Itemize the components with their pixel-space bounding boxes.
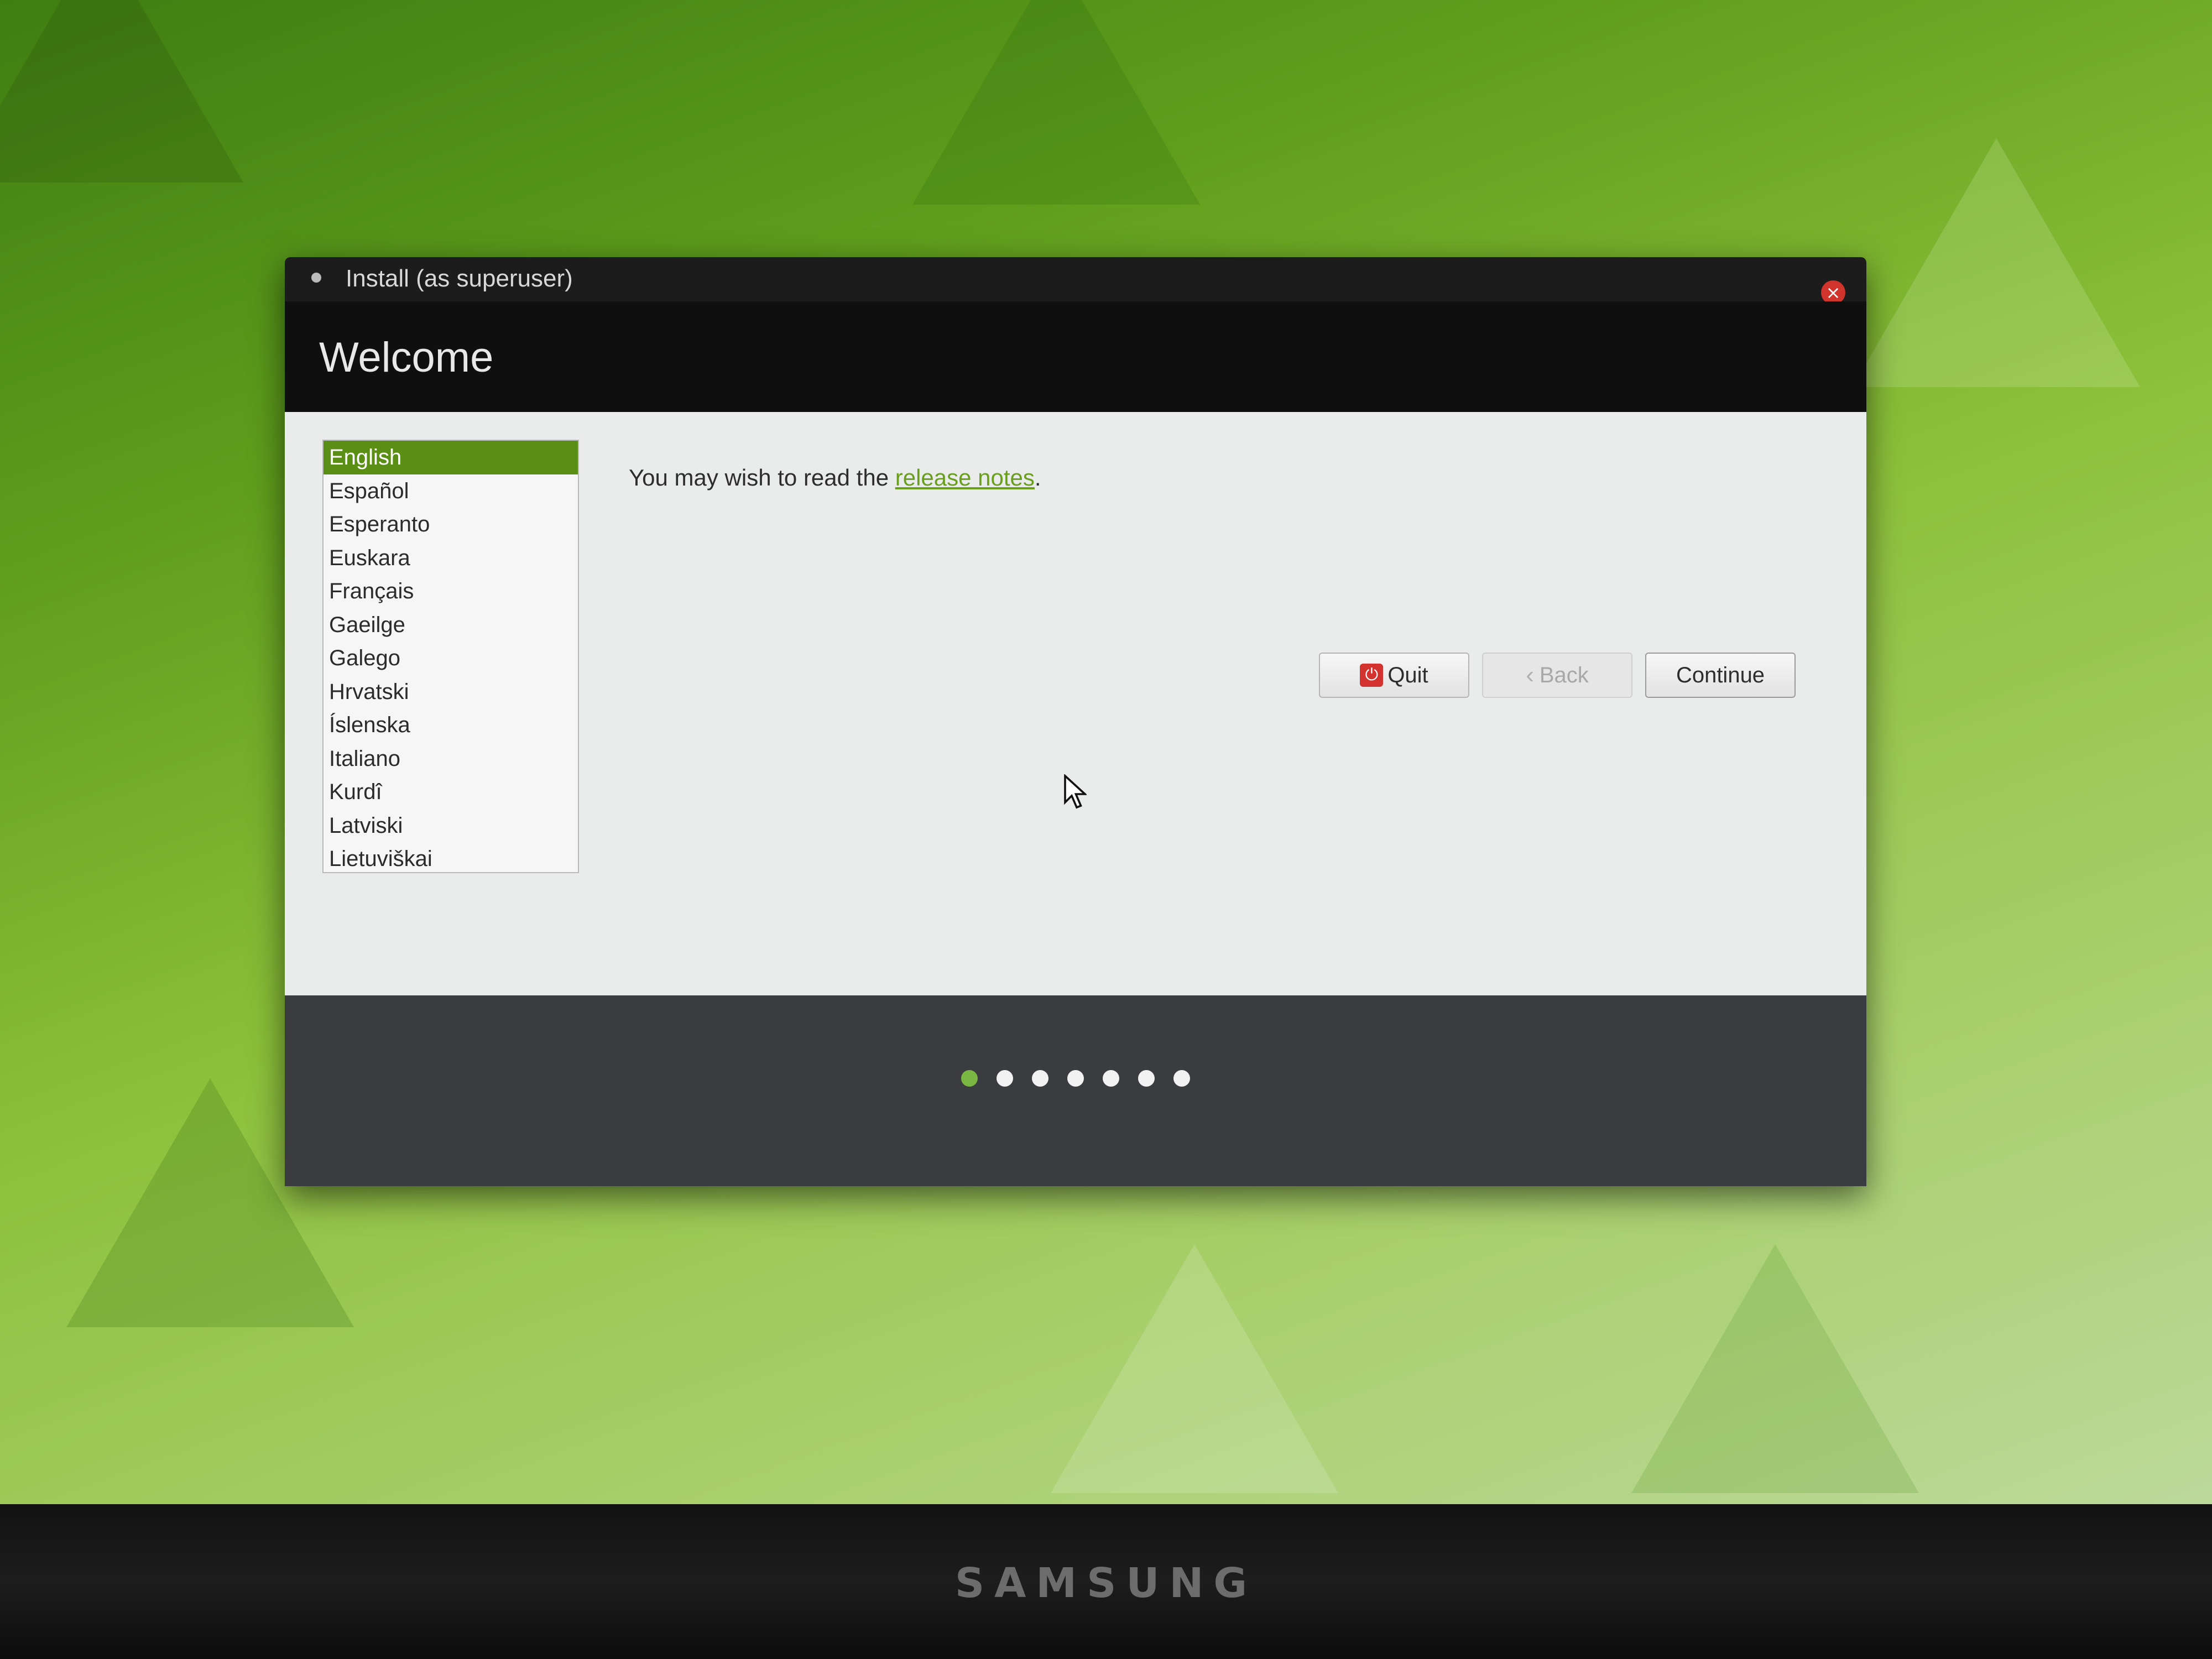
progress-dot xyxy=(1138,1070,1155,1087)
language-item[interactable]: Latviski xyxy=(324,809,578,843)
release-notes-suffix: . xyxy=(1034,465,1041,491)
background-pattern xyxy=(912,0,1200,205)
release-notes-text: You may wish to read the release notes. xyxy=(629,465,1041,491)
language-list[interactable]: English Español Esperanto Euskara Français Ga… xyxy=(322,440,579,873)
page-header: Welcome xyxy=(285,301,1866,412)
background-pattern xyxy=(1853,138,2140,387)
progress-dot xyxy=(1032,1070,1048,1087)
page-title: Welcome xyxy=(319,334,494,381)
progress-dot xyxy=(1173,1070,1190,1087)
power-icon: ⏻ xyxy=(1360,664,1384,687)
progress-dot xyxy=(1067,1070,1084,1087)
quit-button[interactable]: ⏻ Quit xyxy=(1319,653,1469,698)
language-item[interactable]: English xyxy=(324,441,578,474)
language-item[interactable]: Italiano xyxy=(324,742,578,776)
language-item[interactable]: Español xyxy=(324,474,578,508)
background-pattern xyxy=(0,0,243,182)
title-bar[interactable]: Install (as superuser) × xyxy=(285,257,1866,305)
background-pattern xyxy=(1051,1244,1338,1493)
desktop-background: Install (as superuser) × Welcome English… xyxy=(0,0,2212,1504)
language-item[interactable]: Galego xyxy=(324,641,578,675)
language-item[interactable]: Français xyxy=(324,575,578,608)
language-item[interactable]: Kurdî xyxy=(324,775,578,809)
language-item[interactable]: Íslenska xyxy=(324,708,578,742)
content-area: English Español Esperanto Euskara Français Ga… xyxy=(285,412,1866,995)
release-notes-link[interactable]: release notes xyxy=(895,465,1035,491)
progress-dot xyxy=(1103,1070,1119,1087)
progress-dots xyxy=(285,1070,1866,1087)
progress-dot xyxy=(997,1070,1013,1087)
back-button-label: Back xyxy=(1539,662,1589,687)
language-item[interactable]: Esperanto xyxy=(324,508,578,541)
installer-window: Install (as superuser) × Welcome English… xyxy=(285,257,1866,1186)
release-notes-prefix: You may wish to read the xyxy=(629,465,895,491)
language-item[interactable]: Lietuviškai xyxy=(324,842,578,872)
language-item[interactable]: Euskara xyxy=(324,541,578,575)
language-item[interactable]: Gaeilge xyxy=(324,608,578,642)
monitor-brand-logo: SAMSUNG xyxy=(954,1559,1258,1607)
window-title: Install (as superuser) xyxy=(346,265,573,292)
back-button[interactable]: ‹ Back xyxy=(1482,653,1632,698)
language-item[interactable]: Hrvatski xyxy=(324,675,578,709)
continue-button[interactable]: Continue xyxy=(1645,653,1796,698)
mouse-cursor-icon xyxy=(1064,774,1087,809)
background-pattern xyxy=(1631,1244,1919,1493)
progress-dot xyxy=(961,1070,978,1087)
chevron-left-icon: ‹ xyxy=(1526,661,1534,688)
quit-button-label: Quit xyxy=(1387,662,1428,687)
progress-footer xyxy=(285,995,1866,1186)
continue-button-label: Continue xyxy=(1676,662,1765,687)
window-menu-icon[interactable] xyxy=(311,273,321,283)
